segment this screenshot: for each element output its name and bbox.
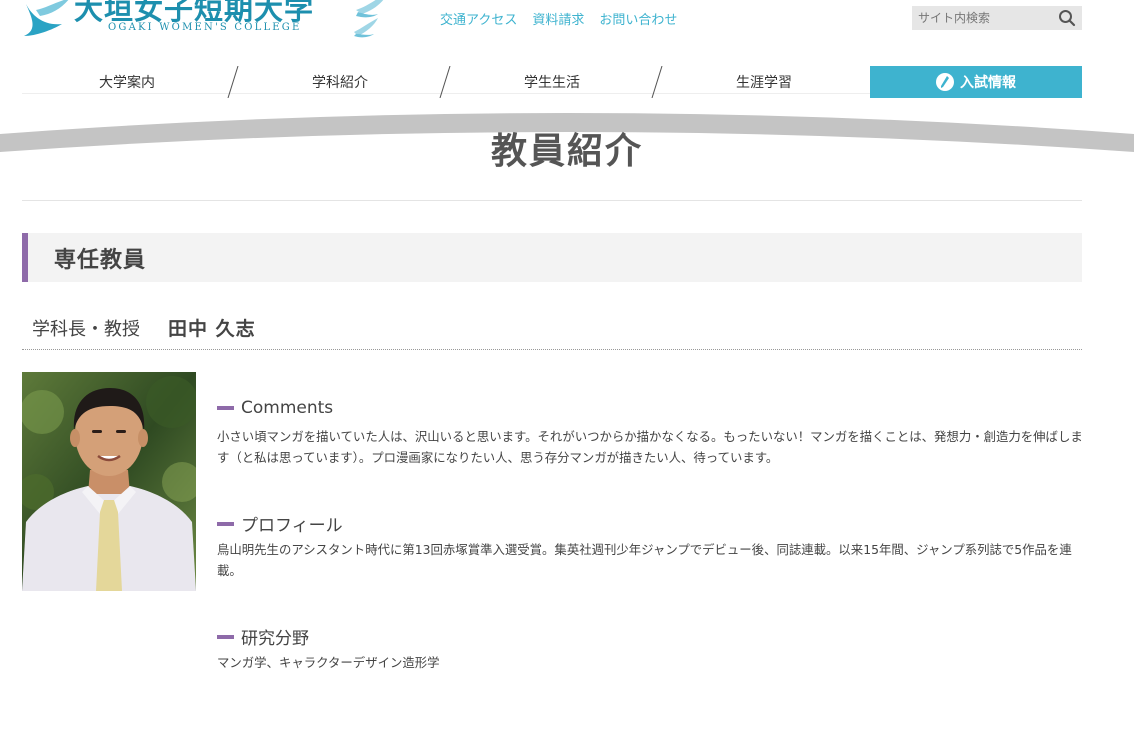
- comments-text: 小さい頃マンガを描いていた人は、沢山いると思います。それがいつからか描かなくなる…: [217, 429, 1083, 465]
- research-heading-text: 研究分野: [241, 629, 309, 649]
- profile-text: 鳥山明先生のアシスタント時代に第13回赤塚賞準入選受賞。集英社週刊少年ジャンプで…: [217, 542, 1072, 578]
- brochure-request-link[interactable]: 資料請求: [532, 9, 584, 28]
- logo-english-text: OGAKI WOMEN'S COLLEGE: [108, 22, 302, 33]
- nav-item-student-life[interactable]: 学生生活: [446, 66, 658, 98]
- research-text: マンガ学、キャラクターデザイン造形学: [217, 655, 440, 670]
- swallow-logo-icon: [24, 0, 69, 36]
- global-nav: 大学案内 学科紹介 学生生活 生涯学習 入試情報: [22, 66, 1082, 98]
- search-input[interactable]: [912, 6, 1058, 30]
- comments-heading-text: Comments: [241, 398, 334, 418]
- teacher-header: 学科長・教授 田中 久志: [22, 312, 1082, 350]
- profile-heading-text: プロフィール: [241, 516, 343, 536]
- nav-item-admissions[interactable]: 入試情報: [870, 66, 1082, 98]
- nav-item-departments[interactable]: 学科紹介: [234, 66, 446, 98]
- college-logo[interactable]: 大垣女子短期大学 OGAKI WOMEN'S COLLEGE: [22, 0, 392, 48]
- heading-bar-icon: [217, 634, 234, 639]
- contact-link[interactable]: お問い合わせ: [599, 9, 677, 28]
- pen-icon: [936, 73, 954, 91]
- utility-links: 交通アクセス 資料請求 お問い合わせ: [440, 9, 677, 28]
- teacher-position: 学科長・教授: [32, 319, 140, 340]
- teacher-name: 田中 久志: [168, 318, 256, 340]
- teacher-photo: [22, 372, 196, 591]
- comments-heading: Comments: [217, 398, 333, 418]
- heading-bar-icon: [217, 406, 234, 410]
- search-icon[interactable]: [1056, 8, 1078, 28]
- access-link[interactable]: 交通アクセス: [440, 9, 517, 28]
- title-divider: [22, 200, 1082, 201]
- nav-item-about[interactable]: 大学案内: [22, 66, 232, 98]
- admissions-label: 入試情報: [960, 75, 1016, 91]
- site-search: [912, 6, 1082, 30]
- research-heading: 研究分野: [217, 624, 309, 649]
- section-heading: 専任教員: [22, 233, 1082, 282]
- nav-item-lifelong-learning[interactable]: 生涯学習: [658, 66, 870, 98]
- profile-heading: プロフィール: [217, 511, 343, 536]
- heading-bar-icon: [217, 521, 234, 526]
- section-heading-text: 専任教員: [54, 247, 147, 273]
- page-title: 教員紹介: [490, 130, 643, 172]
- swallows-decoration-icon: [354, 0, 384, 38]
